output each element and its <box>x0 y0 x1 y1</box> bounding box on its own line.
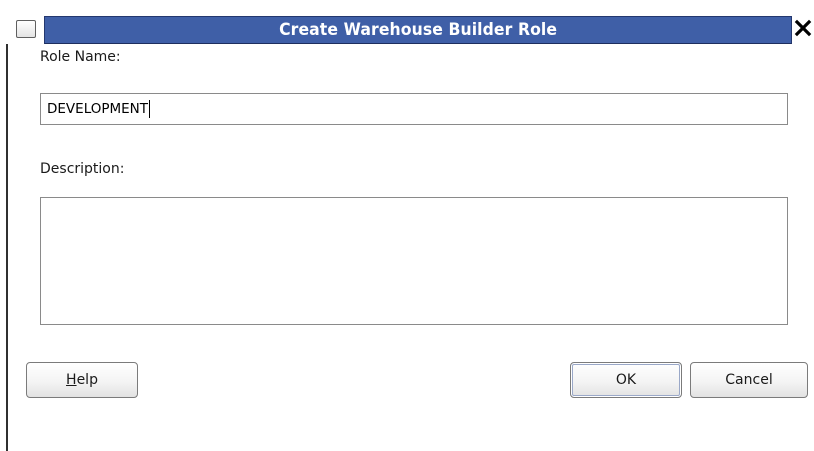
title-bar: Create Warehouse Builder Role <box>0 0 814 44</box>
role-name-value: DEVELOPMENT <box>47 101 149 117</box>
text-caret <box>149 100 151 118</box>
role-name-label: Role Name: <box>40 49 121 65</box>
cancel-button[interactable]: Cancel <box>690 362 808 398</box>
description-label: Description: <box>40 161 125 177</box>
help-button[interactable]: Help <box>26 362 138 398</box>
cancel-label: Cancel <box>725 372 773 388</box>
description-textarea[interactable] <box>40 197 788 325</box>
window-menu-icon[interactable] <box>16 20 36 38</box>
help-mnemonic: H <box>66 372 77 388</box>
role-name-input[interactable]: DEVELOPMENT <box>40 93 788 125</box>
close-icon[interactable] <box>792 13 814 43</box>
help-label: elp <box>76 372 98 388</box>
window-title: Create Warehouse Builder Role <box>278 20 557 40</box>
ok-label: OK <box>615 372 637 388</box>
title-band[interactable]: Create Warehouse Builder Role <box>44 16 792 44</box>
ok-button[interactable]: OK <box>570 362 682 398</box>
